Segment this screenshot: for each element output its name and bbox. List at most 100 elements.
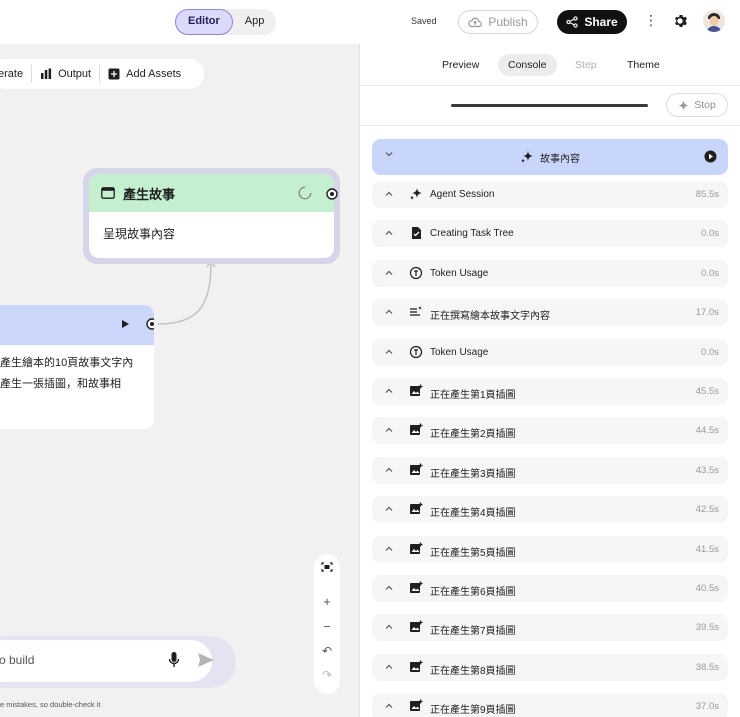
console-row-label: 正在產生第5頁插圖	[430, 547, 516, 559]
panel-tabs: Preview Console Step Theme	[360, 44, 740, 86]
console-row-duration: 41.5s	[695, 543, 719, 555]
console-row-duration: 85.5s	[695, 189, 719, 200]
console-row[interactable]: 正在產生第2頁插圖 44.5s	[372, 417, 728, 445]
console-row[interactable]: Creating Task Tree 0.0s	[372, 220, 728, 248]
chevron-up-icon[interactable]	[384, 583, 394, 593]
flow-canvas[interactable]: erate Output Add Assets 產生故事 呈現故事內容 產生繪本…	[0, 44, 359, 717]
console-row[interactable]: 正在產生第4頁插圖 42.5s	[372, 496, 728, 524]
avatar[interactable]	[703, 10, 725, 32]
generate-label: erate	[0, 68, 24, 80]
console-row-duration: 45.5s	[695, 385, 719, 397]
app-mode-button[interactable]: App	[233, 9, 277, 35]
side-panel: Preview Console Step Theme Stop 故事內容 Age…	[359, 44, 740, 717]
console-row-duration: 38.5s	[695, 661, 719, 673]
add-box-icon	[108, 68, 120, 80]
console-row[interactable]: 正在產生第7頁插圖 39.5s	[372, 614, 728, 642]
console-list: 故事內容 Agent Session 85.5s Creating Task Tre…	[372, 139, 728, 717]
generator-line-2: 產生一張插圖，和故事相	[0, 378, 121, 390]
redo-icon[interactable]: ↷	[322, 668, 332, 682]
console-row[interactable]: 正在產生第9頁插圖 37.0s	[372, 693, 728, 717]
play-icon[interactable]	[120, 319, 130, 329]
fit-screen-icon[interactable]	[321, 562, 333, 572]
console-row[interactable]: 正在產生第5頁插圖 41.5s	[372, 535, 728, 563]
console-row[interactable]: 正在撰寫繪本故事文字內容 17.0s	[372, 299, 728, 327]
chevron-up-icon[interactable]	[384, 425, 394, 435]
story-node-title: 產生故事	[123, 186, 176, 202]
story-generator-node[interactable]: 產生繪本的10頁故事文字內 產生一張插圖，和故事相	[0, 305, 154, 429]
generate-button[interactable]: erate	[0, 68, 23, 80]
console-row[interactable]: Token Usage 0.0s	[372, 338, 728, 366]
console-row-duration: 0.0s	[701, 267, 719, 279]
image-add-icon	[410, 542, 423, 554]
console-row[interactable]: 正在產生第8頁插圖 38.5s	[372, 653, 728, 681]
console-main-row[interactable]: 故事內容	[372, 139, 728, 175]
chevron-up-icon[interactable]	[384, 701, 394, 711]
console-row[interactable]: 正在產生第6頁插圖 40.5s	[372, 574, 728, 602]
story-node[interactable]: 產生故事 呈現故事內容	[83, 168, 340, 264]
disclaimer-text: e mistakes, so double-check it	[0, 700, 101, 709]
chevron-up-icon[interactable]	[384, 504, 394, 514]
publish-button[interactable]: Publish	[458, 10, 538, 34]
image-add-icon	[410, 620, 423, 633]
prompt-input[interactable]: o build	[0, 640, 215, 682]
undo-icon[interactable]: ↶	[322, 644, 332, 658]
task-check-icon	[412, 227, 421, 240]
play-circle-icon[interactable]	[704, 150, 717, 163]
chevron-up-icon[interactable]	[384, 465, 394, 475]
tab-step[interactable]: Step	[565, 54, 607, 76]
chevron-up-icon[interactable]	[384, 268, 394, 278]
console-row-duration: 44.5s	[695, 425, 719, 437]
chevron-up-icon[interactable]	[384, 544, 394, 554]
output-port-icon[interactable]	[326, 188, 338, 200]
chevron-up-icon[interactable]	[384, 189, 394, 199]
console-row[interactable]: 正在產生第1頁插圖 45.5s	[372, 377, 728, 405]
console-row-label: 正在撰寫繪本故事文字內容	[430, 311, 550, 323]
console-row-label: Token Usage	[430, 346, 489, 358]
text-sparkle-icon	[410, 306, 422, 316]
stop-label: Stop	[694, 99, 716, 111]
console-row[interactable]: 正在產生第3頁插圖 43.5s	[372, 456, 728, 484]
zoom-in-icon[interactable]: +	[323, 594, 331, 609]
chevron-up-icon[interactable]	[384, 662, 394, 672]
console-row-label: Creating Task Tree	[430, 228, 514, 240]
tab-preview[interactable]: Preview	[432, 54, 489, 76]
generator-node-header	[0, 305, 154, 345]
output-button[interactable]: Output	[40, 68, 91, 80]
share-button[interactable]: Share	[557, 10, 627, 34]
console-row-label: Agent Session	[430, 189, 495, 200]
add-assets-button[interactable]: Add Assets	[108, 68, 181, 80]
console-row-duration: 37.0s	[695, 701, 719, 713]
chevron-down-icon[interactable]	[384, 149, 394, 159]
console-row[interactable]: Agent Session 85.5s	[372, 181, 728, 208]
console-row[interactable]: Token Usage 0.0s	[372, 259, 728, 287]
toolbar-divider	[99, 65, 101, 83]
send-icon[interactable]	[197, 652, 215, 668]
user-avatar-icon	[703, 10, 725, 32]
image-add-icon	[410, 463, 423, 475]
chevron-up-icon[interactable]	[384, 347, 394, 357]
cloud-upload-icon	[468, 17, 483, 28]
chevron-up-icon[interactable]	[384, 386, 394, 396]
editor-mode-button[interactable]: Editor	[175, 9, 233, 35]
chevron-up-icon[interactable]	[384, 228, 394, 238]
publish-label: Publish	[488, 15, 528, 29]
gear-icon[interactable]	[672, 13, 688, 29]
chevron-up-icon[interactable]	[384, 622, 394, 632]
more-menu-icon[interactable]: ⋮	[644, 12, 658, 29]
prompt-placeholder: o build	[0, 653, 35, 667]
top-bar: Editor App Saved Publish Share ⋮	[0, 0, 740, 44]
microphone-icon[interactable]	[168, 651, 180, 669]
console-row-label: 正在產生第9頁插圖	[430, 705, 516, 717]
tab-theme[interactable]: Theme	[617, 54, 670, 76]
stop-button[interactable]: Stop	[666, 93, 728, 117]
image-add-icon	[410, 384, 423, 396]
console-row-label: 正在產生第4頁插圖	[430, 508, 516, 520]
tab-console[interactable]: Console	[498, 54, 557, 76]
console-row-label: 正在產生第7頁插圖	[430, 626, 516, 638]
output-port-icon[interactable]	[146, 318, 154, 330]
console-row-duration: 40.5s	[695, 582, 719, 594]
run-progress-fill	[451, 104, 648, 107]
zoom-out-icon[interactable]: −	[323, 619, 331, 634]
chevron-up-icon[interactable]	[384, 307, 394, 317]
image-add-icon	[410, 423, 423, 436]
